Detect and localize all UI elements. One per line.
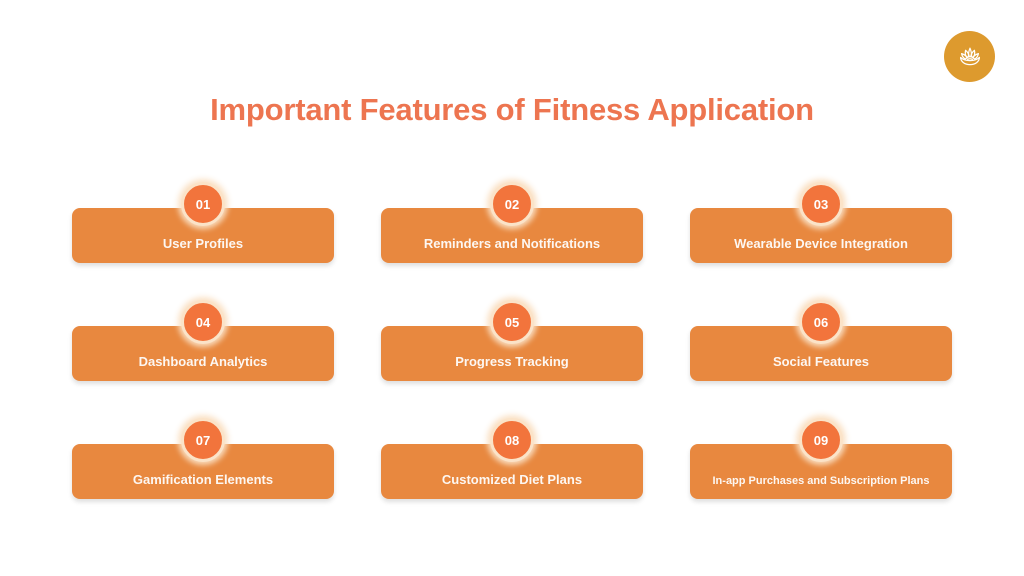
feature-number: 07 [195,432,211,448]
feature-number: 04 [195,314,211,330]
feature-number: 05 [504,314,520,330]
feature-card[interactable]: 07 Gamification Elements [72,418,334,536]
feature-number: 08 [504,432,520,448]
feature-label: Social Features [772,353,870,369]
feature-number-badge: 01 [181,182,225,226]
feature-number-badge: 05 [490,300,534,344]
feature-label: Gamification Elements [132,471,274,487]
lotus-icon [955,42,985,72]
feature-label: Dashboard Analytics [138,353,268,369]
feature-number-badge: 03 [799,182,843,226]
feature-number-badge: 06 [799,300,843,344]
feature-label: User Profiles [162,235,244,251]
feature-number: 02 [504,196,520,212]
feature-label: Customized Diet Plans [441,471,583,487]
feature-number-badge: 07 [181,418,225,462]
page-title: Important Features of Fitness Applicatio… [210,92,814,127]
feature-label: Progress Tracking [455,353,569,369]
feature-number: 01 [195,196,211,212]
feature-card[interactable]: 08 Customized Diet Plans [381,418,643,536]
feature-card[interactable]: 01 User Profiles [72,182,334,300]
feature-card[interactable]: 06 Social Features [690,300,952,418]
feature-card[interactable]: 02 Reminders and Notifications [381,182,643,300]
brand-logo [944,31,995,82]
feature-card[interactable]: 09 In-app Purchases and Subscription Pla… [690,418,952,536]
feature-label: Wearable Device Integration [734,235,908,251]
feature-card[interactable]: 03 Wearable Device Integration [690,182,952,300]
feature-card[interactable]: 04 Dashboard Analytics [72,300,334,418]
feature-number: 03 [813,196,829,212]
feature-label: Reminders and Notifications [423,235,601,251]
feature-number-badge: 02 [490,182,534,226]
feature-number-badge: 09 [799,418,843,462]
feature-number: 09 [813,432,829,448]
feature-label: In-app Purchases and Subscription Plans [712,474,930,487]
feature-number-badge: 08 [490,418,534,462]
feature-number-badge: 04 [181,300,225,344]
feature-number: 06 [813,314,829,330]
features-grid: 01 User Profiles 02 Reminders and Notifi… [72,182,952,536]
feature-card[interactable]: 05 Progress Tracking [381,300,643,418]
